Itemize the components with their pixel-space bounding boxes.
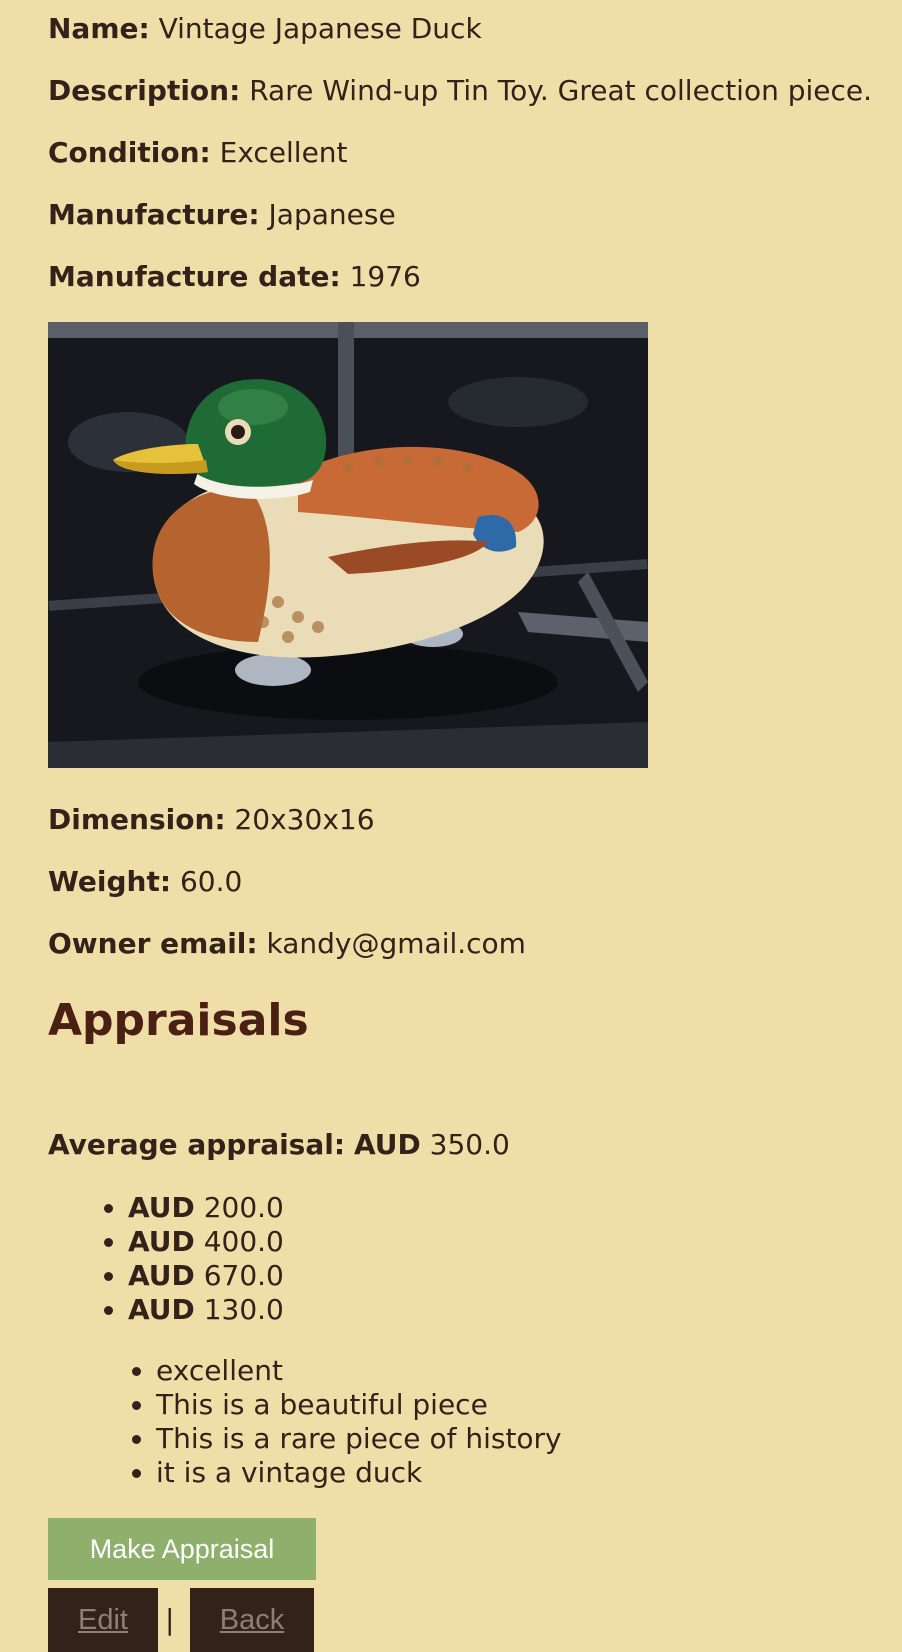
- average-appraisal-currency: AUD: [353, 1128, 421, 1161]
- weight-label: Weight:: [48, 865, 172, 898]
- duck-toy-illustration: [48, 322, 648, 768]
- appraisals-heading: Appraisals: [48, 995, 309, 1046]
- description-label: Description:: [48, 74, 241, 107]
- appraisal-amount: 200.0: [203, 1191, 284, 1224]
- dimension-value: 20x30x16: [234, 803, 375, 836]
- dimension-field: Dimension: 20x30x16: [48, 803, 375, 837]
- name-label: Name:: [48, 12, 150, 45]
- appraisal-amount: 670.0: [203, 1259, 284, 1292]
- condition-field: Condition: Excellent: [48, 136, 348, 170]
- appraisal-currency: AUD: [128, 1259, 195, 1292]
- appraisal-amount: 130.0: [203, 1293, 284, 1326]
- nav-separator: |: [165, 1603, 175, 1636]
- manufacture-value: Japanese: [268, 198, 396, 231]
- manufacture-date-label: Manufacture date:: [48, 260, 341, 293]
- average-appraisal-label: Average appraisal:: [48, 1128, 346, 1161]
- name-value: Vintage Japanese Duck: [158, 12, 482, 45]
- make-appraisal-button[interactable]: Make Appraisal: [48, 1518, 316, 1580]
- appraisal-amount: 400.0: [203, 1225, 284, 1258]
- owner-email-label: Owner email:: [48, 927, 258, 960]
- manufacture-date-value: 1976: [349, 260, 421, 293]
- appraisal-value-item: AUD 130.0: [128, 1293, 284, 1327]
- item-photo: [48, 322, 648, 768]
- manufacture-field: Manufacture: Japanese: [48, 198, 396, 232]
- condition-value: Excellent: [219, 136, 348, 169]
- average-appraisal-value: 350.0: [429, 1128, 510, 1161]
- condition-label: Condition:: [48, 136, 211, 169]
- appraisal-currency: AUD: [128, 1191, 195, 1224]
- appraisal-values-list: AUD 200.0 AUD 400.0 AUD 670.0 AUD 130.0: [48, 1191, 284, 1327]
- weight-value: 60.0: [179, 865, 243, 898]
- appraisal-comment: This is a rare piece of history: [156, 1422, 562, 1456]
- description-value: Rare Wind-up Tin Toy. Great collection p…: [249, 74, 873, 107]
- appraisal-currency: AUD: [128, 1293, 195, 1326]
- weight-field: Weight: 60.0: [48, 865, 242, 899]
- appraisal-value-item: AUD 400.0: [128, 1225, 284, 1259]
- appraisal-comment: it is a vintage duck: [156, 1456, 562, 1490]
- appraisal-currency: AUD: [128, 1225, 195, 1258]
- manufacture-label: Manufacture:: [48, 198, 260, 231]
- appraisal-comments-list: excellent This is a beautiful piece This…: [48, 1354, 562, 1490]
- appraisal-comment: excellent: [156, 1354, 562, 1388]
- owner-email-field: Owner email: kandy@gmail.com: [48, 927, 526, 961]
- manufacture-date-field: Manufacture date: 1976: [48, 260, 421, 294]
- owner-email-value: kandy@gmail.com: [266, 927, 526, 960]
- average-appraisal: Average appraisal: AUD 350.0: [48, 1128, 510, 1162]
- dimension-label: Dimension:: [48, 803, 226, 836]
- name-field: Name: Vintage Japanese Duck: [48, 12, 482, 46]
- appraisal-value-item: AUD 200.0: [128, 1191, 284, 1225]
- appraisal-value-item: AUD 670.0: [128, 1259, 284, 1293]
- edit-link[interactable]: Edit: [48, 1588, 158, 1652]
- back-link[interactable]: Back: [190, 1588, 314, 1652]
- appraisal-comment: This is a beautiful piece: [156, 1388, 562, 1422]
- description-field: Description: Rare Wind-up Tin Toy. Great…: [48, 74, 872, 108]
